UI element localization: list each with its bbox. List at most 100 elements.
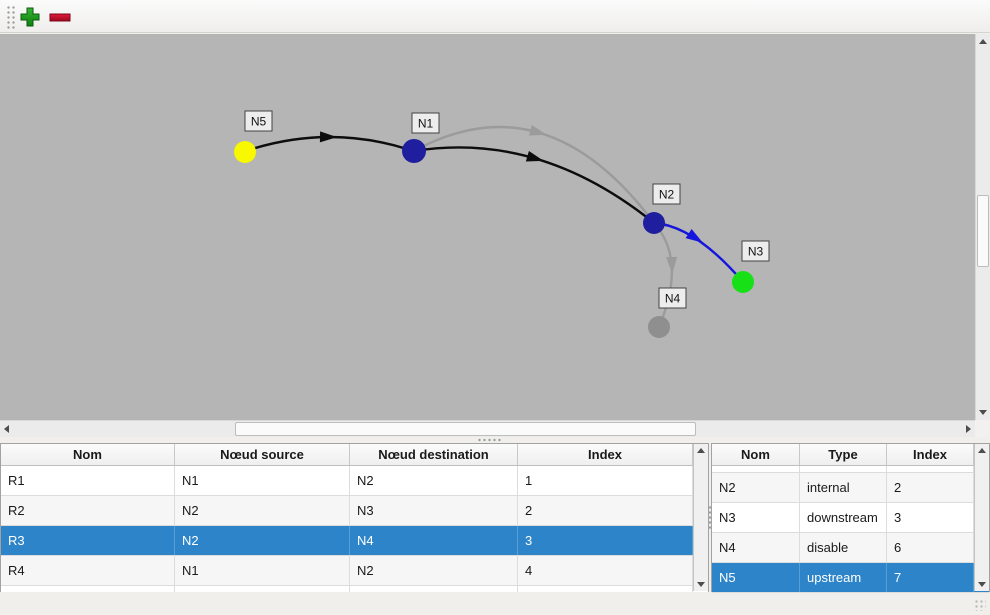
- scroll-down-button[interactable]: [694, 578, 708, 591]
- arrowhead-icon: [529, 125, 548, 140]
- cell-source: N1: [175, 466, 350, 495]
- cell-empty: [518, 586, 693, 592]
- graph-node-N3[interactable]: [732, 271, 754, 293]
- graph-node-N2[interactable]: [643, 212, 665, 234]
- arrow-up-icon: [697, 448, 705, 453]
- cell-index: 6: [887, 533, 974, 562]
- nodes-table-scrollbar[interactable]: [974, 444, 989, 591]
- cell-empty: [350, 586, 518, 592]
- graph-node-N5[interactable]: [234, 141, 256, 163]
- column-header-source[interactable]: Nœud source: [175, 444, 350, 465]
- table-row-empty: [1, 586, 708, 592]
- vertical-scroll-thumb[interactable]: [977, 195, 989, 267]
- node-label-N5: N5: [251, 115, 267, 129]
- cell-nom: R4: [1, 556, 175, 585]
- cell-index: 2: [518, 496, 693, 525]
- arrow-down-icon: [979, 410, 987, 415]
- table-row[interactable]: R1 N1 N2 1: [1, 466, 708, 496]
- edges-table: Nom Nœud source Nœud destination Index R…: [0, 443, 709, 592]
- canvas-vertical-scrollbar[interactable]: [975, 34, 990, 420]
- cell-empty: [887, 466, 974, 472]
- cell-nom: R1: [1, 466, 175, 495]
- cell-index: 3: [518, 526, 693, 555]
- canvas-horizontal-scrollbar[interactable]: [0, 420, 975, 437]
- cell-nom: N4: [712, 533, 800, 562]
- cell-type: upstream: [800, 563, 887, 592]
- scroll-down-button[interactable]: [975, 578, 989, 591]
- table-row-selected[interactable]: N5 upstream 7: [712, 563, 989, 593]
- scroll-up-button[interactable]: [975, 444, 989, 457]
- splitter-grip-icon: [477, 438, 503, 442]
- arrow-up-icon: [979, 39, 987, 44]
- cell-type: internal: [800, 473, 887, 502]
- cell-source: N1: [175, 556, 350, 585]
- edge-N2-N3[interactable]: [654, 223, 743, 282]
- table-row[interactable]: N3 downstream 3: [712, 503, 989, 533]
- arrowhead-icon: [320, 131, 337, 142]
- graph-node-N4[interactable]: [648, 316, 670, 338]
- cell-nom: R3: [1, 526, 175, 555]
- arrow-right-icon: [966, 425, 971, 433]
- arrow-left-icon: [4, 425, 9, 433]
- network-graph: N5N1N2N3N4: [0, 34, 975, 420]
- arrow-up-icon: [978, 448, 986, 453]
- edge-N2-N4[interactable]: [654, 223, 672, 327]
- cell-destination: N2: [350, 466, 518, 495]
- horizontal-scroll-thumb[interactable]: [235, 422, 696, 436]
- edges-table-scrollbar[interactable]: [693, 444, 708, 591]
- cell-index: 3: [887, 503, 974, 532]
- node-label-N3: N3: [748, 245, 764, 259]
- graph-canvas[interactable]: N5N1N2N3N4: [0, 34, 975, 420]
- add-button[interactable]: [18, 5, 42, 29]
- cell-index: 2: [887, 473, 974, 502]
- column-header-index[interactable]: Index: [518, 444, 693, 465]
- table-row[interactable]: R2 N2 N3 2: [1, 496, 708, 526]
- arrow-down-icon: [697, 582, 705, 587]
- table-row[interactable]: R4 N1 N2 4: [1, 556, 708, 586]
- arrowhead-icon: [526, 151, 545, 166]
- column-header-destination[interactable]: Nœud destination: [350, 444, 518, 465]
- nodes-table: Nom Type Index N2 internal 2 N3 downstre…: [711, 443, 990, 592]
- cell-nom: N2: [712, 473, 800, 502]
- graph-node-N1[interactable]: [402, 139, 426, 163]
- toolbar: [0, 0, 990, 33]
- nodes-table-header: Nom Type Index: [712, 444, 989, 466]
- scroll-up-button[interactable]: [694, 444, 708, 457]
- cell-empty: [175, 586, 350, 592]
- cell-type: downstream: [800, 503, 887, 532]
- scroll-left-button[interactable]: [0, 421, 13, 437]
- column-header-index[interactable]: Index: [887, 444, 974, 465]
- cell-index: 1: [518, 466, 693, 495]
- cell-nom: R2: [1, 496, 175, 525]
- table-row[interactable]: N4 disable 6: [712, 533, 989, 563]
- table-row-selected[interactable]: R3 N2 N4 3: [1, 526, 708, 556]
- cell-index: 4: [518, 556, 693, 585]
- cell-type: disable: [800, 533, 887, 562]
- scroll-up-button[interactable]: [976, 35, 990, 48]
- node-label-N4: N4: [665, 292, 681, 306]
- scroll-down-button[interactable]: [976, 406, 990, 419]
- window-resize-grip[interactable]: [974, 599, 986, 611]
- scroll-right-button[interactable]: [962, 421, 975, 437]
- column-header-type[interactable]: Type: [800, 444, 887, 465]
- remove-button[interactable]: [48, 5, 72, 29]
- cell-destination: N4: [350, 526, 518, 555]
- cell-nom: N5: [712, 563, 800, 592]
- column-header-nom[interactable]: Nom: [712, 444, 800, 465]
- node-label-N1: N1: [418, 117, 434, 131]
- cell-empty: [800, 466, 887, 472]
- table-row[interactable]: N2 internal 2: [712, 473, 989, 503]
- edges-table-header: Nom Nœud source Nœud destination Index: [1, 444, 708, 466]
- edge-N1-N2[interactable]: [414, 127, 654, 223]
- plus-icon: [19, 6, 41, 28]
- cell-nom: N3: [712, 503, 800, 532]
- scrollbar-corner: [975, 420, 990, 437]
- cell-destination: N3: [350, 496, 518, 525]
- cell-destination: N2: [350, 556, 518, 585]
- cell-source: N2: [175, 496, 350, 525]
- toolbar-drag-handle[interactable]: [6, 5, 16, 29]
- column-header-nom[interactable]: Nom: [1, 444, 175, 465]
- minus-icon: [48, 6, 72, 28]
- table-row-partial: [712, 466, 989, 473]
- cell-index: 7: [887, 563, 974, 592]
